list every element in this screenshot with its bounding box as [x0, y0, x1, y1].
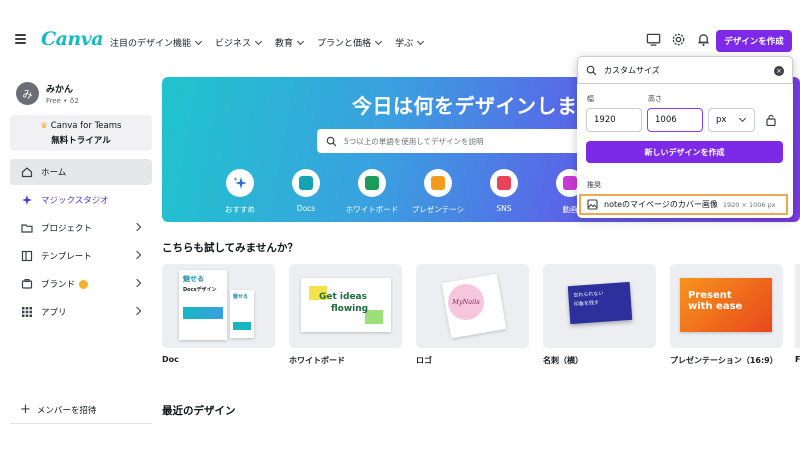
- docs-icon: [299, 176, 313, 190]
- home-icon: [20, 166, 33, 179]
- suggestion-item[interactable]: noteのマイページのカバー画像 1920 × 1006 px: [579, 194, 788, 215]
- whiteboard-icon: [365, 176, 379, 190]
- clear-icon[interactable]: ×: [774, 66, 784, 76]
- presentation-thumbnail: Present with ease: [670, 264, 783, 348]
- category-sns[interactable]: SNS: [471, 169, 537, 215]
- sparkle-icon: [20, 194, 33, 207]
- category-presentation[interactable]: プレゼンテーシ: [405, 169, 471, 215]
- user-name: みかん: [46, 85, 74, 95]
- create-new-design-button[interactable]: 新しいデザインを作成: [586, 141, 783, 163]
- card-business-card[interactable]: 忘れられない 印象を残す 名刺（横）: [543, 264, 656, 366]
- chevron-down-icon: [297, 37, 305, 45]
- canva-logo[interactable]: Canva: [41, 28, 104, 50]
- sidebar-nav: ホーム マジックスタジオ プロジェクト テンプレート ブランド アプリ: [10, 159, 152, 327]
- hero-title: 今日は何をデザインしまし: [352, 94, 598, 118]
- chevron-right-icon: [132, 306, 142, 316]
- category-shortcuts: おすすめ Docs ホワイトボード プレゼンテーシ SNS 動画: [207, 169, 603, 215]
- sidebar-item-projects[interactable]: プロジェクト: [10, 215, 152, 241]
- heart-icon: [497, 176, 511, 190]
- main-nav: 注目のデザイン機能 ビジネス 教育 プランと価格 学ぶ: [110, 36, 437, 49]
- teams-trial-button[interactable]: ♛ Canva for Teams 無料トライアル: [10, 115, 152, 151]
- search-icon: [586, 65, 597, 75]
- desktop-icon[interactable]: [646, 32, 661, 47]
- crown-icon: ♛: [40, 121, 48, 130]
- suggest-label: 推奨: [587, 181, 601, 189]
- nav-pricing[interactable]: プランと価格: [317, 36, 383, 49]
- card-partial[interactable]: [795, 264, 800, 348]
- nav-learn[interactable]: 学ぶ: [395, 36, 425, 49]
- apps-icon: [20, 306, 33, 319]
- category-recommended[interactable]: おすすめ: [207, 169, 273, 215]
- chevron-down-icon: [254, 37, 263, 45]
- chevron-down-icon: [417, 37, 425, 45]
- bell-icon[interactable]: [696, 32, 711, 47]
- custom-size-popup: カスタムサイズ × 幅 高さ 1920 1006 px 新しいデザインを作成 推…: [577, 56, 793, 218]
- recent-section-title: 最近のデザイン: [162, 405, 236, 417]
- top-bar: Canva 注目のデザイン機能 ビジネス 教育 プランと価格 学ぶ デザインを作…: [0, 0, 800, 56]
- doc-thumbnail: 魅せる Docsデザイン 魅せる: [162, 264, 275, 348]
- card-doc[interactable]: 魅せる Docsデザイン 魅せる Doc: [162, 264, 275, 366]
- chevron-down-icon: [738, 114, 747, 123]
- nav-business[interactable]: ビジネス: [215, 36, 263, 49]
- crown-badge-icon: [79, 279, 89, 289]
- invite-members-button[interactable]: + メンバーを招待: [20, 402, 96, 417]
- menu-icon[interactable]: [15, 34, 26, 46]
- user-plan: Free • ♁2: [46, 97, 80, 105]
- sidebar-item-magic-studio[interactable]: マジックスタジオ: [10, 187, 152, 213]
- card-presentation[interactable]: Present with ease プレゼンテーション（16:9）: [670, 264, 783, 366]
- template-icon: [20, 250, 33, 263]
- sidebar: み みかん Free • ♁2 ♛ Canva for Teams 無料トライアル…: [0, 70, 160, 450]
- card-partial-label: F: [795, 355, 800, 364]
- chevron-right-icon: [132, 250, 142, 260]
- chevron-down-icon: [194, 37, 203, 45]
- brand-icon: [20, 278, 33, 291]
- card-logo[interactable]: MyNails ロゴ: [416, 264, 529, 366]
- width-input[interactable]: 1920: [586, 108, 642, 132]
- sidebar-item-templates[interactable]: テンプレート: [10, 243, 152, 269]
- category-docs[interactable]: Docs: [273, 169, 339, 215]
- try-section-title: こちらも試してみませんか？: [162, 242, 298, 254]
- search-icon: [326, 136, 337, 146]
- nav-education[interactable]: 教育: [275, 36, 305, 49]
- nav-featured[interactable]: 注目のデザイン機能: [110, 36, 203, 49]
- plus-icon: +: [20, 402, 31, 417]
- chevron-right-icon: [132, 278, 142, 288]
- unit-select[interactable]: px: [708, 108, 755, 132]
- card-whiteboard[interactable]: Get ideas flowing ホワイトボード: [289, 264, 402, 366]
- gear-icon[interactable]: [671, 32, 686, 47]
- width-label: 幅: [587, 95, 594, 103]
- logo-thumbnail: MyNails: [416, 264, 529, 348]
- sparkle-icon: [233, 177, 247, 189]
- chevron-right-icon: [132, 222, 142, 232]
- create-design-button[interactable]: デザインを作成: [716, 30, 792, 52]
- header-icons: [646, 32, 711, 47]
- presentation-icon: [431, 176, 445, 190]
- business-card-thumbnail: 忘れられない 印象を残す: [543, 264, 656, 348]
- user-account[interactable]: み みかん Free • ♁2: [16, 82, 79, 105]
- sidebar-item-apps[interactable]: アプリ: [10, 299, 152, 325]
- search-placeholder: 5つ以上の単語を使用してデザインを説明: [344, 136, 484, 146]
- divider: [10, 423, 152, 424]
- chevron-down-icon: [375, 37, 383, 45]
- whiteboard-thumbnail: Get ideas flowing: [289, 264, 402, 348]
- try-cards: 魅せる Docsデザイン 魅せる Doc Get ideas flowing ホ…: [162, 264, 797, 366]
- height-label: 高さ: [648, 95, 662, 103]
- popup-search-input[interactable]: カスタムサイズ ×: [577, 56, 793, 84]
- sidebar-item-brand[interactable]: ブランド: [10, 271, 152, 297]
- height-input[interactable]: 1006: [647, 108, 703, 132]
- lock-icon[interactable]: [766, 114, 776, 126]
- folder-icon: [20, 222, 33, 235]
- category-whiteboard[interactable]: ホワイトボード: [339, 169, 405, 215]
- video-icon: [563, 176, 577, 190]
- image-icon: [587, 199, 598, 210]
- avatar: み: [16, 82, 39, 105]
- sidebar-item-home[interactable]: ホーム: [10, 159, 152, 185]
